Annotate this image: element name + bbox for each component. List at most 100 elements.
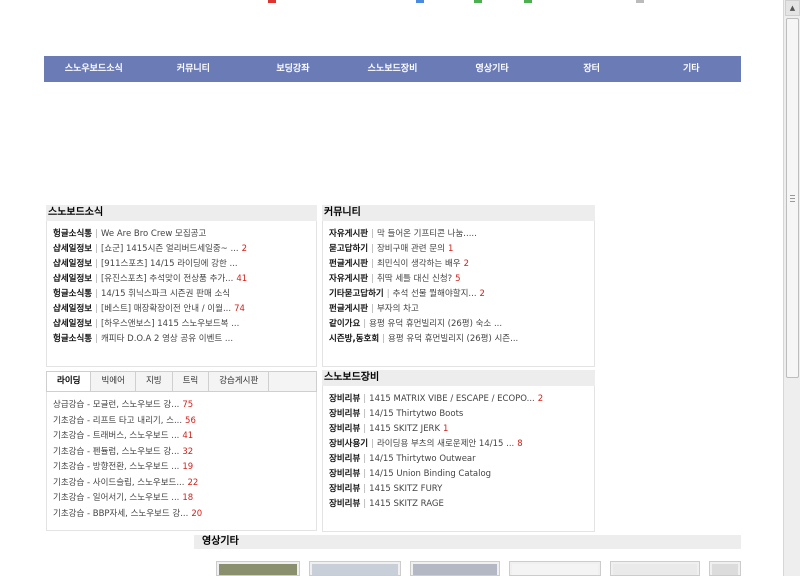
- item-category[interactable]: 장비리뷰: [329, 499, 360, 509]
- list-item[interactable]: 기초강습 - 일어서기, 스노우보드 ... 18: [53, 491, 316, 507]
- video-thumbnail[interactable]: [709, 561, 741, 576]
- list-item[interactable]: 기타묻고답하기 | 추석 선물 뭘해야할지... 2: [329, 287, 594, 302]
- nav-item-video[interactable]: 영상기타: [442, 56, 542, 82]
- item-title-link[interactable]: 기초강습 - 리프트 타고 내리기, 스...: [53, 416, 182, 426]
- item-title-link[interactable]: [유진스포츠] 추석맞이 전상품 추가...: [101, 274, 233, 284]
- item-title-link[interactable]: 용평 유덕 휴먼빌리지 (26평) 숙소 ...: [369, 319, 502, 329]
- item-title-link[interactable]: [911스포츠] 14/15 라이딩에 강한 ...: [101, 259, 238, 269]
- item-category[interactable]: 시즌방,동호회: [329, 334, 379, 344]
- nav-item-etc[interactable]: 기타: [641, 56, 741, 82]
- nav-item-equipment[interactable]: 스노보드장비: [343, 56, 443, 82]
- item-title-link[interactable]: 추석 선물 뭘해야할지...: [393, 289, 477, 299]
- item-title-link[interactable]: 14/15 Thirtytwo Boots: [369, 409, 463, 419]
- list-item[interactable]: 시즌방,동호회 | 용평 유덕 휴먼빌리지 (26평) 시즌...: [329, 332, 594, 347]
- item-category[interactable]: 장비리뷰: [329, 394, 360, 404]
- list-item[interactable]: 헝글소식통 | We Are Bro Crew 모집공고: [53, 227, 316, 242]
- item-title-link[interactable]: 기초강습 - BBP자세, 스노우보드 강...: [53, 509, 188, 519]
- list-item[interactable]: 장비리뷰 | 1415 MATRIX VIBE / ESCAPE / ECOPO..…: [329, 392, 594, 407]
- list-item[interactable]: 기초강습 - 사이드슬립, 스노우보드... 22: [53, 476, 316, 492]
- item-category[interactable]: 샵세일정보: [53, 259, 92, 269]
- list-item[interactable]: 장비리뷰 | 14/15 Thirtytwo Boots: [329, 407, 594, 422]
- tab-lesson[interactable]: 지빙: [136, 372, 173, 391]
- item-title-link[interactable]: 막 들어온 기프티콘 나눔.....: [377, 229, 477, 239]
- item-category[interactable]: 같이가요: [329, 319, 360, 329]
- list-item[interactable]: 기초강습 - 리프트 타고 내리기, 스... 56: [53, 414, 316, 430]
- list-item[interactable]: 샵세일정보 | [911스포츠] 14/15 라이딩에 강한 ...: [53, 257, 316, 272]
- item-title-link[interactable]: 기초강습 - 일어서기, 스노우보드 ...: [53, 493, 179, 503]
- item-title-link[interactable]: 상급강습 - 모글런, 스노우보드 강...: [53, 400, 179, 410]
- item-title-link[interactable]: 부자의 차고: [377, 304, 419, 314]
- list-item[interactable]: 장비리뷰 | 14/15 Union Binding Catalog: [329, 467, 594, 482]
- item-category[interactable]: 헝글소식통: [53, 289, 92, 299]
- item-title-link[interactable]: 14/15 Thirtytwo Outwear: [369, 454, 475, 464]
- tab-lesson[interactable]: 빅에어: [91, 372, 136, 391]
- tab-lesson[interactable]: 트릭: [173, 372, 210, 391]
- item-category[interactable]: 헝글소식통: [53, 229, 92, 239]
- item-title-link[interactable]: 14/15 Union Binding Catalog: [369, 469, 491, 479]
- video-thumbnail[interactable]: [610, 561, 700, 576]
- list-item[interactable]: 헝글소식통 | 14/15 휘닉스파크 시즌권 판매 소식: [53, 287, 316, 302]
- item-title-link[interactable]: 14/15 휘닉스파크 시즌권 판매 소식: [101, 289, 230, 299]
- item-title-link[interactable]: 최민식이 생각하는 배우: [377, 259, 461, 269]
- list-item[interactable]: 자유게시판 | 막 들어온 기프티콘 나눔.....: [329, 227, 594, 242]
- item-title-link[interactable]: 용평 유덕 휴먼빌리지 (26평) 시즌...: [388, 334, 518, 344]
- item-title-link[interactable]: 1415 MATRIX VIBE / ESCAPE / ECOPO...: [369, 394, 535, 404]
- video-thumbnail[interactable]: [410, 561, 500, 576]
- list-item[interactable]: 같이가요 | 용평 유덕 휴먼빌리지 (26평) 숙소 ...: [329, 317, 594, 332]
- item-title-link[interactable]: We Are Bro Crew 모집공고: [101, 229, 206, 239]
- item-category[interactable]: 장비리뷰: [329, 424, 360, 434]
- item-category[interactable]: 샵세일정보: [53, 244, 92, 254]
- list-item[interactable]: 상급강습 - 모글런, 스노우보드 강... 75: [53, 398, 316, 414]
- scroll-thumb[interactable]: [786, 18, 799, 378]
- nav-item-snowboard-news[interactable]: 스노우보드소식: [44, 56, 144, 82]
- item-category[interactable]: 장비리뷰: [329, 484, 360, 494]
- scroll-up-arrow-icon[interactable]: ▲: [785, 0, 800, 16]
- list-item[interactable]: 묻고답하기 | 장비구매 관련 문의 1: [329, 242, 594, 257]
- item-title-link[interactable]: 1415 SKITZ RAGE: [369, 499, 444, 509]
- item-title-link[interactable]: [하우스앤보스] 1415 스노우보드복 ...: [101, 319, 239, 329]
- list-item[interactable]: 헝글소식통 | 캐피타 D.O.A 2 영상 공유 이벤트 ...: [53, 332, 316, 347]
- vertical-scrollbar[interactable]: ▲: [783, 0, 800, 576]
- nav-item-community[interactable]: 커뮤니티: [144, 56, 244, 82]
- item-title-link[interactable]: 1415 SKITZ JERK: [369, 424, 440, 434]
- item-title-link[interactable]: 취딱 세틀 대신 신청?: [377, 274, 452, 284]
- item-category[interactable]: 기타묻고답하기: [329, 289, 384, 299]
- item-title-link[interactable]: 장비구매 관련 문의: [377, 244, 445, 254]
- list-item[interactable]: 기초강습 - 펜듈럼, 스노우보드 강... 32: [53, 445, 316, 461]
- list-item[interactable]: 자유게시판 | 취딱 세틀 대신 신청? 5: [329, 272, 594, 287]
- item-title-link[interactable]: [베스트] 매장확장이전 안내 / 이월...: [101, 304, 231, 314]
- item-category[interactable]: 자유게시판: [329, 229, 368, 239]
- item-title-link[interactable]: 기초강습 - 펜듈럼, 스노우보드 강...: [53, 447, 179, 457]
- item-title-link[interactable]: 라이딩용 부츠의 새로운제안 14/15 ...: [377, 439, 514, 449]
- list-item[interactable]: 장비리뷰 | 14/15 Thirtytwo Outwear: [329, 452, 594, 467]
- item-category[interactable]: 펀글게시판: [329, 304, 368, 314]
- video-thumbnail[interactable]: [309, 561, 401, 576]
- item-category[interactable]: 묻고답하기: [329, 244, 368, 254]
- list-item[interactable]: 샵세일정보 | [하우스앤보스] 1415 스노우보드복 ...: [53, 317, 316, 332]
- list-item[interactable]: 기초강습 - BBP자세, 스노우보드 강... 20: [53, 507, 316, 523]
- list-item[interactable]: 장비리뷰 | 1415 SKITZ JERK 1: [329, 422, 594, 437]
- item-category[interactable]: 장비리뷰: [329, 469, 360, 479]
- tab-lesson[interactable]: 강습게시판: [209, 372, 270, 391]
- item-category[interactable]: 샵세일정보: [53, 274, 92, 284]
- list-item[interactable]: 샵세일정보 | [쇼군] 1415시즌 얼리버드세일중~ ... 2: [53, 242, 316, 257]
- item-title-link[interactable]: 기초강습 - 사이드슬립, 스노우보드...: [53, 478, 184, 488]
- item-title-link[interactable]: 캐피타 D.O.A 2 영상 공유 이벤트 ...: [101, 334, 233, 344]
- video-thumbnail[interactable]: [216, 561, 300, 576]
- list-item[interactable]: 장비리뷰 | 1415 SKITZ RAGE: [329, 497, 594, 512]
- list-item[interactable]: 기초강습 - 방향전환, 스노우보드 ... 19: [53, 460, 316, 476]
- item-category[interactable]: 장비리뷰: [329, 409, 360, 419]
- nav-item-lessons[interactable]: 보딩강좌: [243, 56, 343, 82]
- item-category[interactable]: 샵세일정보: [53, 319, 92, 329]
- item-title-link[interactable]: [쇼군] 1415시즌 얼리버드세일중~ ...: [101, 244, 239, 254]
- list-item[interactable]: 샵세일정보 | [유진스포츠] 추석맞이 전상품 추가... 41: [53, 272, 316, 287]
- item-category[interactable]: 샵세일정보: [53, 304, 92, 314]
- video-thumbnail[interactable]: [509, 561, 601, 576]
- item-title-link[interactable]: 기초강습 - 트래버스, 스노우보드 ...: [53, 431, 179, 441]
- list-item[interactable]: 펀글게시판 | 부자의 차고: [329, 302, 594, 317]
- item-title-link[interactable]: 1415 SKITZ FURY: [369, 484, 442, 494]
- item-category[interactable]: 헝글소식통: [53, 334, 92, 344]
- item-category[interactable]: 장비사용기: [329, 439, 368, 449]
- list-item[interactable]: 기초강습 - 트래버스, 스노우보드 ... 41: [53, 429, 316, 445]
- nav-item-market[interactable]: 장터: [542, 56, 642, 82]
